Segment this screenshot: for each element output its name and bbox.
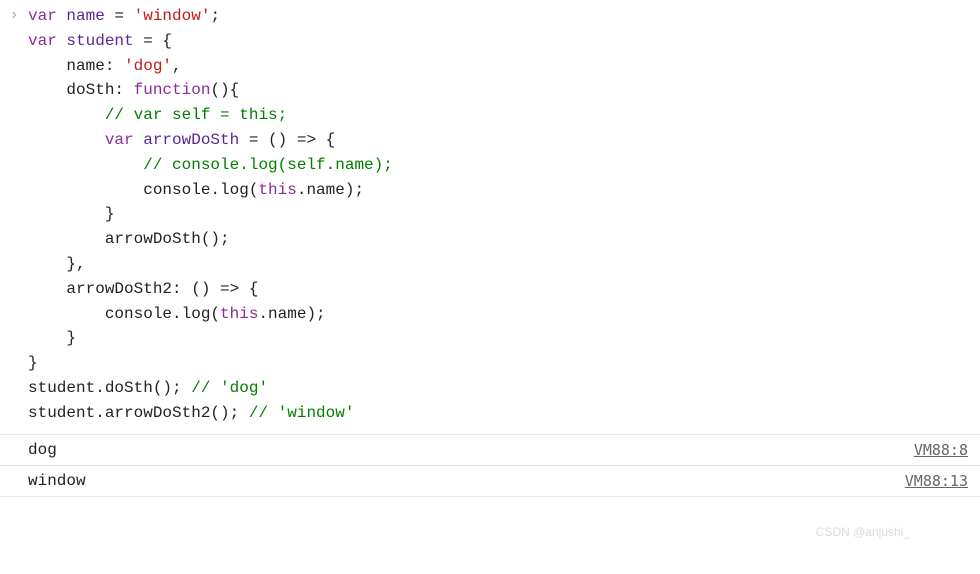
- log-source-link[interactable]: VM88:8: [914, 441, 968, 459]
- console-logs: dogVM88:8windowVM88:13: [0, 435, 980, 497]
- code-token: = () => {: [239, 131, 335, 149]
- code-token: 'window': [134, 7, 211, 25]
- code-token: var: [28, 7, 66, 25]
- code-token: student: [66, 32, 133, 50]
- code-token: console.log(: [28, 305, 220, 323]
- code-token: },: [28, 255, 86, 273]
- code-token: ;: [210, 7, 220, 25]
- log-source-link[interactable]: VM88:13: [905, 472, 968, 490]
- code-token: // 'dog': [191, 379, 268, 397]
- console-input-entry[interactable]: › var name = 'window'; var student = { n…: [0, 0, 980, 435]
- code-token: function: [134, 81, 211, 99]
- log-text: window: [28, 472, 905, 490]
- code-token: arrowDoSth2: () => {: [28, 280, 258, 298]
- prompt-icon: ›: [0, 4, 28, 24]
- code-token: .name);: [297, 181, 364, 199]
- code-token: console.log(: [28, 181, 258, 199]
- code-token: arrowDoSth: [143, 131, 239, 149]
- code-token: name:: [28, 57, 124, 75]
- code-token: // console.log(self.name);: [143, 156, 393, 174]
- watermark: CSDN @anjushi_: [816, 525, 910, 539]
- code-token: var: [105, 131, 143, 149]
- code-block[interactable]: var name = 'window'; var student = { nam…: [28, 4, 972, 430]
- code-token: // var self = this;: [105, 106, 287, 124]
- code-token: }: [28, 354, 38, 372]
- code-token: var: [28, 32, 66, 50]
- code-token: =: [105, 7, 134, 25]
- code-token: 'dog': [124, 57, 172, 75]
- code-token: student.arrowDoSth2();: [28, 404, 249, 422]
- code-token: (){: [210, 81, 239, 99]
- log-text: dog: [28, 441, 914, 459]
- code-token: .name);: [258, 305, 325, 323]
- code-token: // 'window': [249, 404, 355, 422]
- code-token: arrowDoSth();: [28, 230, 230, 248]
- code-token: = {: [134, 32, 172, 50]
- code-token: this: [258, 181, 296, 199]
- code-token: doSth:: [28, 81, 134, 99]
- code-token: [28, 106, 105, 124]
- console-log-row: dogVM88:8: [0, 435, 980, 466]
- code-token: this: [220, 305, 258, 323]
- code-token: ,: [172, 57, 182, 75]
- code-token: [28, 156, 143, 174]
- code-token: name: [66, 7, 104, 25]
- console-log-row: windowVM88:13: [0, 466, 980, 497]
- code-token: }: [28, 329, 76, 347]
- code-token: student.doSth();: [28, 379, 191, 397]
- code-token: [28, 131, 105, 149]
- code-token: }: [28, 205, 114, 223]
- console-panel: › var name = 'window'; var student = { n…: [0, 0, 980, 497]
